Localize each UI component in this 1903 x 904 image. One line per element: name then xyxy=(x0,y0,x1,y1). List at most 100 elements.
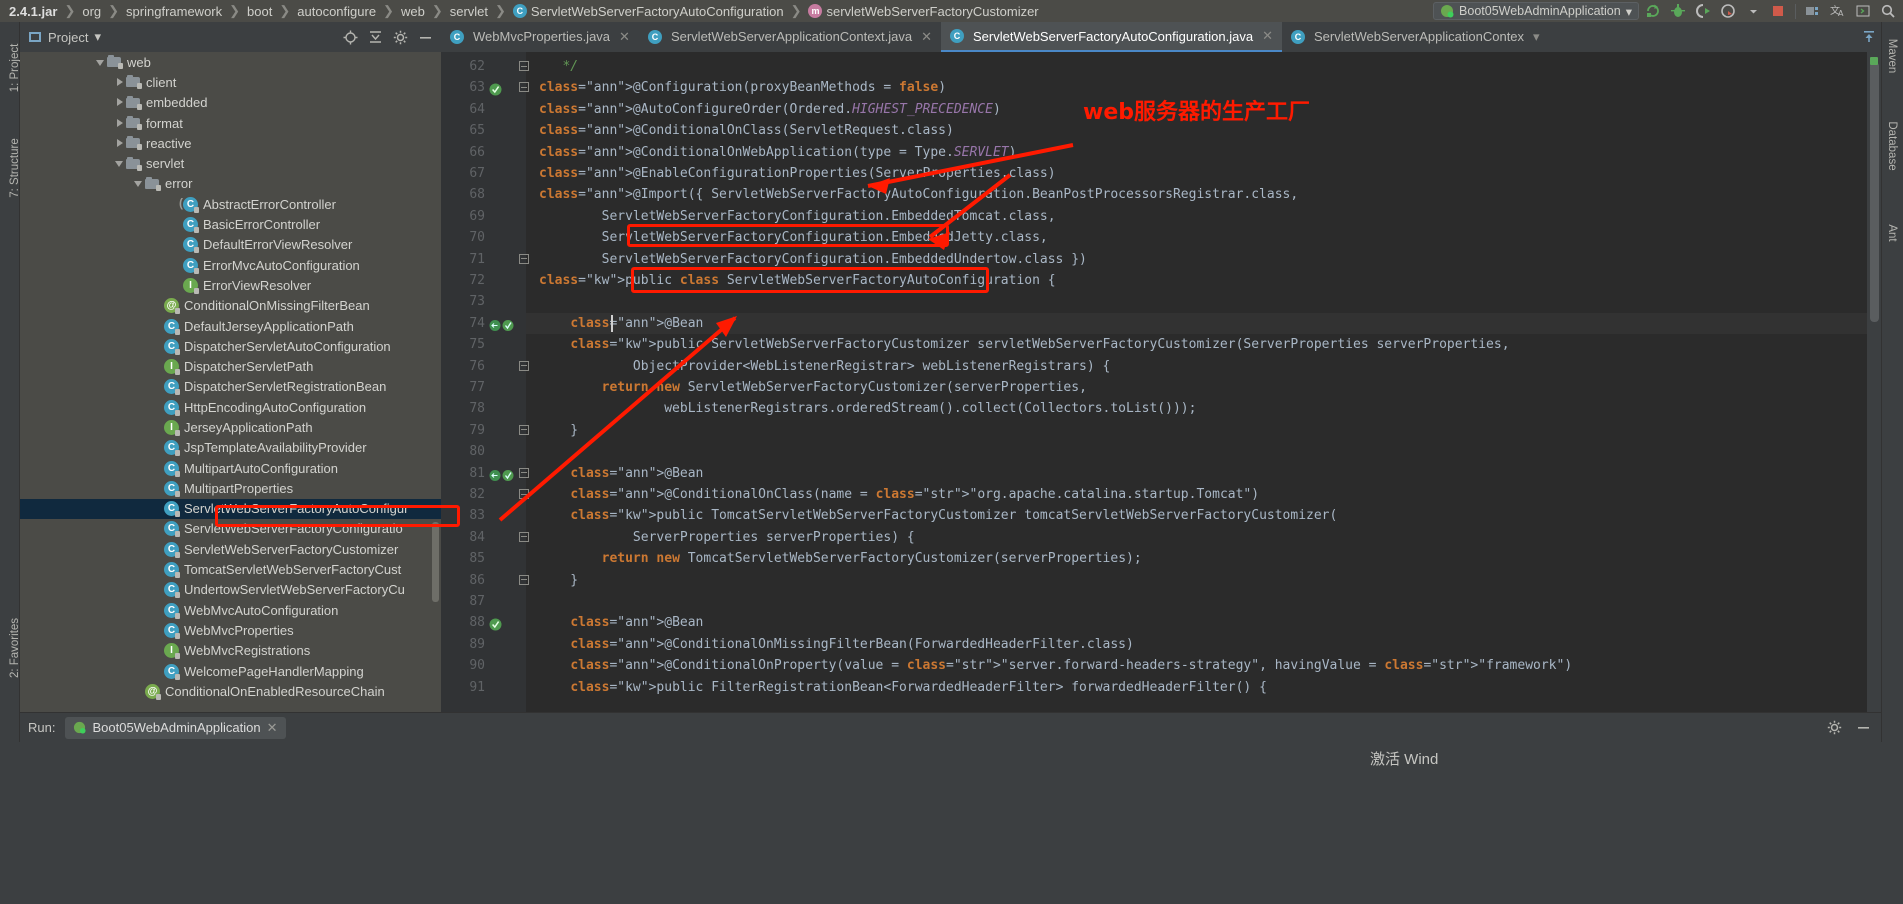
code-fold-marker[interactable] xyxy=(519,61,529,71)
locate-icon[interactable] xyxy=(343,30,358,45)
tree-item[interactable]: servlet xyxy=(20,153,441,173)
run-tab[interactable]: Boot05WebAdminApplication ✕ xyxy=(65,716,286,739)
editor-scrollbar[interactable] xyxy=(1870,62,1879,322)
tree-item[interactable]: @ ConditionalOnEnabledResourceChain xyxy=(20,681,441,701)
breadcrumb-item[interactable]: org xyxy=(79,4,104,19)
tree-item[interactable]: C ServletWebServerFactoryCustomizer xyxy=(20,539,441,559)
bean-gutter-icon[interactable] xyxy=(489,616,502,631)
close-icon[interactable]: ▾ xyxy=(1533,29,1540,45)
code-editor[interactable]: 62 */ 63 class="ann">@Configuration(proxyB… xyxy=(441,52,1881,712)
tree-item[interactable]: I ErrorViewResolver xyxy=(20,275,441,295)
tree-item[interactable]: format xyxy=(20,113,441,133)
scroll-to-top-icon[interactable] xyxy=(1861,29,1877,45)
hide-icon[interactable] xyxy=(418,30,433,45)
code-fold-marker[interactable] xyxy=(519,574,529,585)
breadcrumb-item[interactable]: springframework xyxy=(123,4,225,19)
breadcrumb-item[interactable]: autoconfigure xyxy=(294,4,379,19)
gear-icon[interactable] xyxy=(393,30,408,45)
editor-tab[interactable]: C WebMvcProperties.java ✕ xyxy=(441,22,639,52)
code-fold-marker[interactable] xyxy=(519,360,529,371)
tree-item[interactable]: C UndertowServletWebServerFactoryCu xyxy=(20,580,441,600)
minimize-icon[interactable] xyxy=(1856,720,1871,735)
run-configuration-selector[interactable]: Boot05WebAdminApplication ▾ xyxy=(1433,2,1639,20)
tree-item[interactable]: C WelcomePageHandlerMapping xyxy=(20,661,441,681)
tree-item[interactable]: C TomcatServletWebServerFactoryCust xyxy=(20,559,441,579)
bean-override-gutter-icon[interactable] xyxy=(489,317,514,331)
tree-item[interactable]: C JspTemplateAvailabilityProvider xyxy=(20,438,441,458)
rerun-icon[interactable] xyxy=(1642,1,1664,21)
editor-tab[interactable]: C ServletWebServerApplicationContex ▾ xyxy=(1282,22,1549,52)
interface-icon: I xyxy=(164,419,180,436)
bean-gutter-icon[interactable] xyxy=(489,81,502,96)
tree-item[interactable]: C DispatcherServletRegistrationBean xyxy=(20,377,441,397)
chevron-down-icon[interactable] xyxy=(134,178,145,189)
close-icon[interactable]: ✕ xyxy=(619,29,630,45)
code-fold-marker[interactable] xyxy=(519,531,529,542)
chevron-down-icon[interactable] xyxy=(115,158,126,169)
close-icon[interactable]: ✕ xyxy=(921,29,932,45)
terminal-icon[interactable] xyxy=(1852,1,1874,21)
breadcrumb-item[interactable]: C ServletWebServerFactoryAutoConfiguratio… xyxy=(510,4,787,19)
project-tree[interactable]: web client embedded format reactive servlet er… xyxy=(20,52,441,712)
editor-code-area[interactable]: 62 */ 63 class="ann">@Configuration(proxyB… xyxy=(441,52,1881,712)
breadcrumb-item[interactable]: boot xyxy=(244,4,275,19)
tree-scrollbar[interactable] xyxy=(432,522,439,602)
tree-item[interactable]: error xyxy=(20,174,441,194)
sidebar-item-database[interactable]: Database xyxy=(1886,103,1898,189)
translate-icon[interactable]: 文 A xyxy=(1827,1,1849,21)
breadcrumb-item[interactable]: 2.4.1.jar xyxy=(6,4,60,19)
chevron-right-icon[interactable] xyxy=(115,138,126,149)
chevron-right-icon[interactable] xyxy=(115,118,126,129)
chevron-right-icon[interactable] xyxy=(115,77,126,88)
folder-icon xyxy=(126,116,142,131)
tree-item[interactable]: client xyxy=(20,72,441,92)
tree-item[interactable]: C WebMvcAutoConfiguration xyxy=(20,600,441,620)
code-fold-marker[interactable] xyxy=(519,489,529,499)
tree-item[interactable]: C ErrorMvcAutoConfiguration xyxy=(20,255,441,275)
tree-item[interactable]: C MultipartAutoConfiguration xyxy=(20,458,441,478)
sidebar-item-ant[interactable]: Ant xyxy=(1886,190,1898,276)
chevron-down-icon[interactable] xyxy=(96,57,107,68)
breadcrumb-item[interactable]: m servletWebServerFactoryCustomizer xyxy=(805,4,1041,19)
gear-icon[interactable] xyxy=(1827,720,1842,735)
tree-item[interactable]: @ ConditionalOnMissingFilterBean xyxy=(20,296,441,316)
close-icon[interactable]: ✕ xyxy=(1262,28,1273,44)
breadcrumb-item[interactable]: web xyxy=(398,4,428,19)
chevron-down-icon[interactable]: ▾ xyxy=(1626,4,1632,19)
code-fold-marker[interactable] xyxy=(519,467,529,478)
tree-item[interactable]: C DispatcherServletAutoConfiguration xyxy=(20,336,441,356)
collapse-all-icon[interactable] xyxy=(368,30,383,45)
tree-item[interactable]: C WebMvcProperties xyxy=(20,620,441,640)
chevron-right-icon[interactable] xyxy=(115,97,126,108)
tree-item[interactable]: C DefaultJerseyApplicationPath xyxy=(20,316,441,336)
breadcrumb-item[interactable]: servlet xyxy=(447,4,491,19)
profiler-icon[interactable] xyxy=(1717,1,1739,21)
tree-item[interactable]: CAbstractErrorController xyxy=(20,194,441,214)
editor-tab[interactable]: C ServletWebServerFactoryAutoConfiguratio… xyxy=(940,22,1282,52)
run-with-coverage-icon[interactable] xyxy=(1692,1,1714,21)
bean-override-gutter-icon[interactable] xyxy=(489,467,514,481)
stop-icon[interactable] xyxy=(1767,1,1789,21)
code-fold-marker[interactable] xyxy=(519,424,529,435)
debug-icon[interactable] xyxy=(1667,1,1689,21)
tree-item[interactable]: reactive xyxy=(20,133,441,153)
tree-item[interactable]: C MultipartProperties xyxy=(20,478,441,498)
chevron-down-icon[interactable] xyxy=(1742,1,1764,21)
editor-tab[interactable]: C ServletWebServerApplicationContext.java… xyxy=(639,22,941,52)
sidebar-item-maven[interactable]: Maven xyxy=(1886,13,1898,99)
code-fold-marker[interactable] xyxy=(519,82,529,93)
tree-item[interactable]: C DefaultErrorViewResolver xyxy=(20,235,441,255)
close-icon[interactable]: ✕ xyxy=(267,720,278,736)
code-fold-marker[interactable] xyxy=(519,253,529,264)
tree-item[interactable]: C BasicErrorController xyxy=(20,214,441,234)
project-structure-icon[interactable] xyxy=(1802,1,1824,21)
editor-marker-bar[interactable] xyxy=(1867,52,1881,712)
tree-item[interactable]: C HttpEncodingAutoConfiguration xyxy=(20,397,441,417)
tree-item[interactable]: embedded xyxy=(20,93,441,113)
tree-item[interactable]: I WebMvcRegistrations xyxy=(20,641,441,661)
tree-item[interactable]: I JerseyApplicationPath xyxy=(20,417,441,437)
chevron-down-icon[interactable]: ▾ xyxy=(94,29,101,45)
tree-item[interactable]: I DispatcherServletPath xyxy=(20,356,441,376)
tree-item[interactable]: web xyxy=(20,52,441,72)
